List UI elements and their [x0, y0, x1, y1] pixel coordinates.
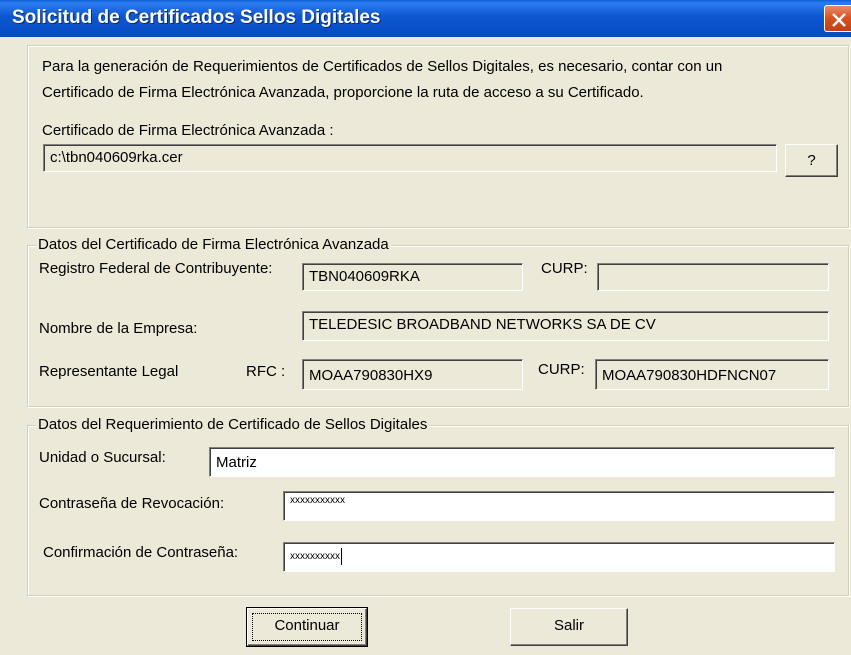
password-confirmation-value: xxxxxxxxxx [290, 551, 340, 563]
representative-rfc-label: RFC : [246, 363, 286, 380]
close-icon [832, 13, 846, 27]
intro-text-line-1: Para la generación de Requerimientos de … [42, 58, 723, 75]
certificate-path-field[interactable]: c:\tbn040609rka.cer [43, 144, 777, 172]
intro-text-line-2: Certificado de Firma Electrónica Avanzad… [42, 84, 644, 101]
continue-button[interactable]: Continuar [246, 607, 368, 647]
unit-label: Unidad o Sucursal: [39, 449, 166, 466]
representative-curp-label: CURP: [538, 361, 585, 378]
focus-rectangle [252, 613, 362, 641]
certificate-path-group: Para la generación de Requerimientos de … [27, 45, 849, 228]
representative-curp-field: MOAA790830HDFNCN07 [595, 359, 829, 390]
certificate-data-group: Datos del Certificado de Firma Electróni… [27, 236, 849, 407]
revocation-password-label: Contraseña de Revocación: [39, 495, 225, 512]
window-title: Solicitud de Certificados Sellos Digital… [12, 7, 381, 28]
text-cursor [341, 548, 342, 565]
password-confirmation-input[interactable]: xxxxxxxxxx [283, 542, 835, 572]
company-name-label: Nombre de la Empresa: [39, 320, 198, 337]
close-button[interactable] [824, 5, 851, 32]
request-data-legend: Datos del Requerimiento de Certificado d… [36, 416, 430, 433]
company-name-field: TELEDESIC BROADBAND NETWORKS SA DE CV [302, 311, 829, 341]
browse-button[interactable]: ? [785, 144, 838, 177]
title-bar: Solicitud de Certificados Sellos Digital… [0, 0, 851, 37]
curp-label: CURP: [541, 260, 588, 277]
rfc-field: TBN040609RKA [302, 263, 523, 291]
revocation-password-input[interactable]: xxxxxxxxxxx [283, 491, 835, 521]
unit-input[interactable]: Matriz [209, 447, 835, 477]
exit-button[interactable]: Salir [510, 608, 628, 646]
password-confirmation-label: Confirmación de Contraseña: [43, 544, 239, 561]
exit-button-label: Salir [553, 617, 584, 634]
representative-rfc-field: MOAA790830HX9 [302, 359, 523, 390]
rfc-label: Registro Federal de Contribuyente: [39, 260, 273, 277]
certificate-data-legend: Datos del Certificado de Firma Electróni… [36, 236, 391, 253]
certificate-path-label: Certificado de Firma Electrónica Avanzad… [42, 122, 334, 139]
curp-field [597, 263, 829, 291]
legal-representative-label: Representante Legal [39, 363, 179, 380]
dialog-body: Para la generación de Requerimientos de … [0, 37, 851, 655]
request-data-group: Datos del Requerimiento de Certificado d… [27, 416, 849, 596]
